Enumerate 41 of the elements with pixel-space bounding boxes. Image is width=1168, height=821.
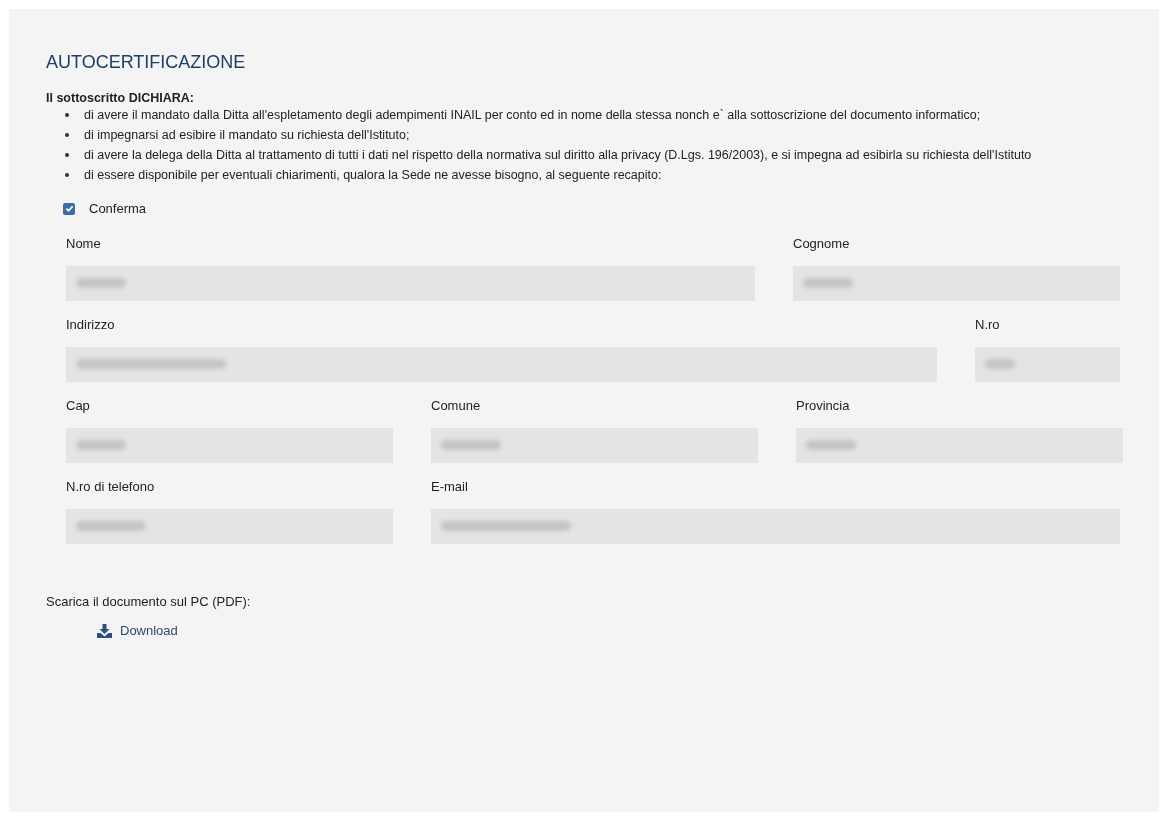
input-field[interactable] bbox=[66, 427, 393, 463]
bullet-icon bbox=[65, 133, 69, 137]
field-label: Comune bbox=[431, 396, 481, 415]
check-icon bbox=[64, 204, 74, 214]
blurred-text-drawing bbox=[803, 278, 853, 288]
field-label: Nome bbox=[66, 234, 101, 253]
field-label: Provincia bbox=[796, 396, 850, 415]
input-field[interactable] bbox=[66, 508, 393, 544]
input-field[interactable] bbox=[66, 346, 937, 382]
page-title: AUTOCERTIFICAZIONE bbox=[46, 51, 247, 73]
field-label: Cap bbox=[66, 396, 90, 415]
input-field[interactable] bbox=[431, 508, 1120, 544]
blurred-text-drawing bbox=[441, 440, 501, 450]
download-caption: Scarica il documento sul PC (PDF): bbox=[46, 592, 251, 611]
confirm-checkbox[interactable] bbox=[63, 202, 75, 215]
input-field[interactable] bbox=[431, 427, 758, 463]
blurred-text-drawing bbox=[76, 521, 146, 531]
download-icon bbox=[97, 623, 112, 638]
declaration-item: di impegnarsi ad esibire il mandato su richiesta dell'Istituto; bbox=[84, 127, 411, 144]
field-label: N.ro bbox=[975, 315, 1000, 334]
input-field[interactable] bbox=[975, 346, 1120, 382]
confirm-label: Conferma bbox=[89, 200, 147, 218]
declaration-item: di essere disponibile per eventuali chiarimenti, qualora la Sede ne avesse bisogno, al seguente recapito: bbox=[84, 167, 663, 184]
declaration-item: di avere la delega della Ditta al trattamento di tutti i dati nel rispetto della normativa sul diritto alla privacy (D.Lgs. 196/2003), e si impegna ad esibirla su richiesta dell'Istituto bbox=[84, 147, 1033, 164]
blurred-text-drawing bbox=[985, 359, 1015, 369]
bullet-icon bbox=[65, 153, 69, 157]
download-link[interactable]: Download bbox=[97, 621, 178, 641]
bullet-icon bbox=[65, 173, 69, 177]
bullet-icon bbox=[65, 113, 69, 117]
declaration-item: di avere il mandato dalla Ditta all'espletamento degli adempimenti INAIL per conto ed in nome della stessa nonch e` alla sottoscrizione del documento informatico; bbox=[84, 107, 982, 124]
field-label: E-mail bbox=[431, 477, 468, 496]
declaration-heading: Il sottoscritto DICHIARA: bbox=[46, 91, 195, 105]
input-field[interactable] bbox=[66, 265, 755, 301]
input-field[interactable] bbox=[796, 427, 1123, 463]
field-label: Cognome bbox=[793, 234, 850, 253]
field-label: Indirizzo bbox=[66, 315, 115, 334]
blurred-text-drawing bbox=[76, 278, 126, 288]
blurred-text-drawing bbox=[806, 440, 856, 450]
input-field[interactable] bbox=[793, 265, 1120, 301]
field-label: N.ro di telefono bbox=[66, 477, 155, 496]
blurred-text-drawing bbox=[76, 440, 126, 450]
